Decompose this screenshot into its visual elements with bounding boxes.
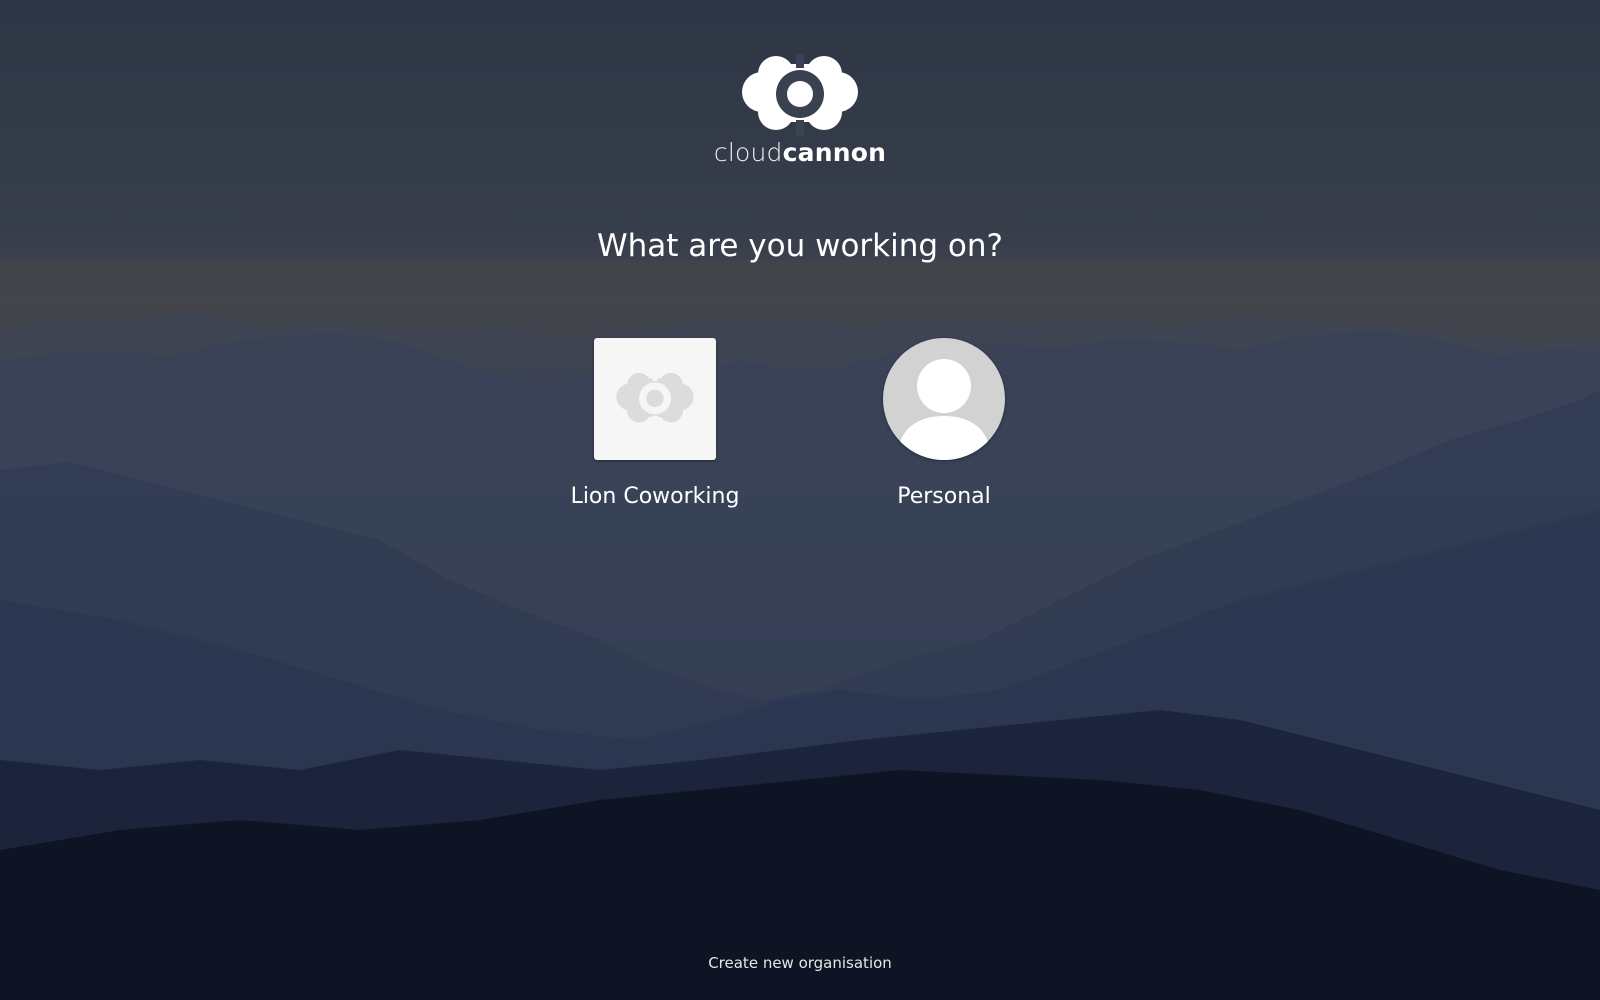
- workspace-option-lion-coworking[interactable]: Lion Coworking: [545, 338, 765, 509]
- workspace-option-personal[interactable]: Personal: [834, 338, 1054, 509]
- user-avatar[interactable]: [883, 338, 1005, 460]
- create-organisation-link[interactable]: Create new organisation: [0, 954, 1600, 972]
- brand-name-light: cloud: [713, 138, 783, 167]
- organisation-logo-icon: [616, 371, 694, 427]
- workspace-label[interactable]: Lion Coworking: [545, 484, 765, 509]
- brand-logo: cloudcannon: [700, 54, 900, 174]
- workspace-label[interactable]: Personal: [834, 484, 1054, 509]
- organisation-avatar[interactable]: [594, 338, 716, 460]
- workspace-picker-screen: cloudcannon What are you working on? Lio…: [0, 0, 1600, 1000]
- user-avatar-icon: [897, 359, 991, 460]
- brand-wordmark: cloudcannon: [700, 138, 900, 167]
- cloudcannon-logo-icon: [742, 54, 858, 136]
- page-title: What are you working on?: [597, 228, 1003, 264]
- brand-name-bold: cannon: [782, 138, 887, 167]
